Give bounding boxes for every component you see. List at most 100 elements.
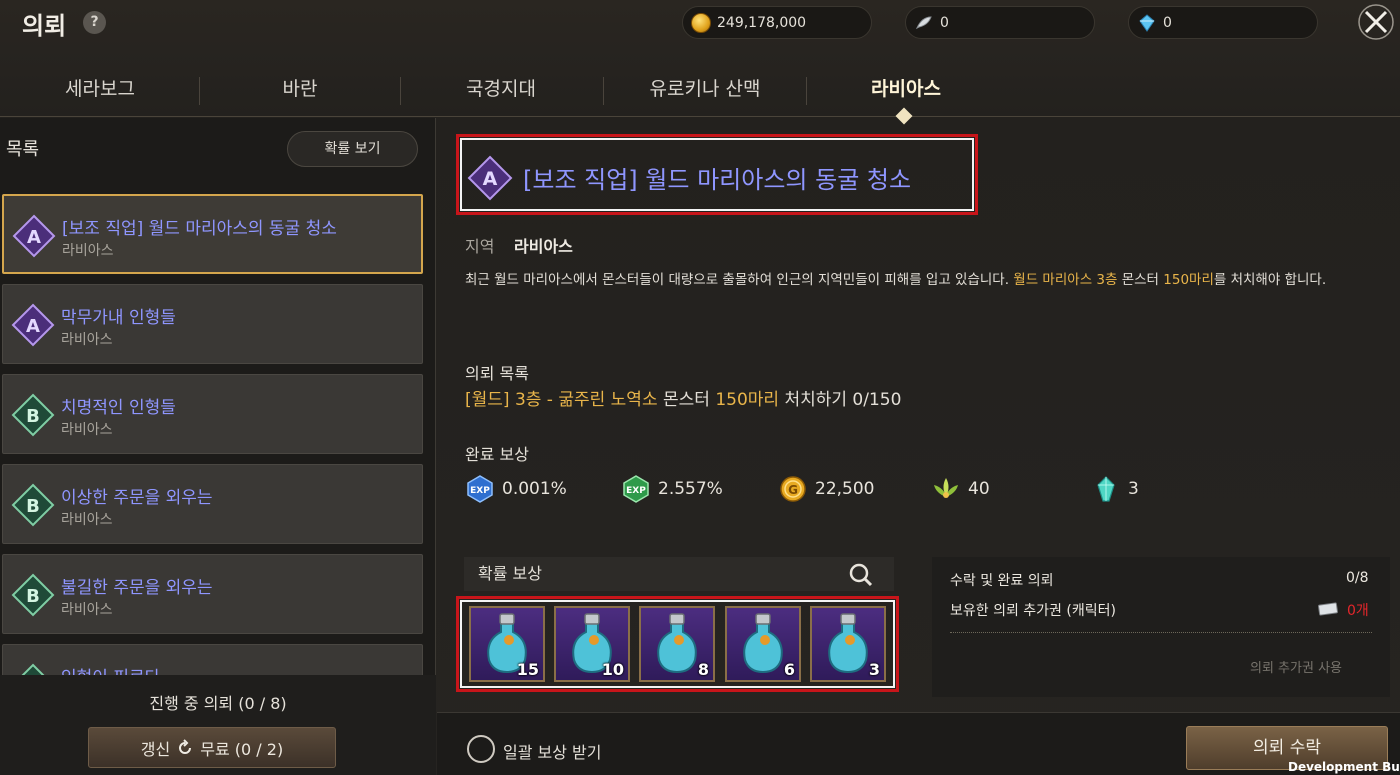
help-icon[interactable]: ? (83, 11, 106, 34)
ticket-value: 0개 (1347, 603, 1369, 619)
quest-name: 치명적인 인형들 (61, 398, 176, 418)
quest-list-item[interactable]: B 이상한 주문을 외우는 라비아스 (2, 464, 423, 544)
gold-amount: 249,178,000 (717, 14, 807, 31)
refresh-icon (179, 738, 192, 754)
reward-crystal: 3 (1092, 475, 1139, 503)
tab-baran[interactable]: 바란 (200, 62, 400, 117)
blue-crystal-icon (1139, 13, 1155, 32)
svg-text:A: A (483, 168, 498, 190)
desc-text: 를 처치해야 합니다. (1213, 272, 1327, 288)
quest-name: 인형이 피르다 (61, 663, 160, 675)
bulk-reward-label: 일괄 보상 받기 (503, 743, 602, 762)
grade-b-icon: B (21, 663, 45, 675)
in-progress-count: 진행 중 의뢰 (0 / 8) (149, 694, 287, 713)
exp-green-icon: EXP (623, 475, 649, 503)
svg-text:G: G (788, 483, 798, 497)
accepted-label: 수락 및 완료 의뢰 (950, 573, 1054, 589)
reward-value: 0.001% (502, 479, 567, 499)
window-title: 의뢰 (22, 12, 67, 40)
grade-b-icon: B (11, 483, 55, 527)
accepted-value: 0/8 (1346, 570, 1369, 586)
reward-item-slot[interactable]: 6 (725, 606, 801, 682)
probability-reward-header: 확률 보상 (464, 557, 894, 591)
grade-b-icon: B (11, 393, 55, 437)
desc-highlight: 월드 마리아스 3층 (1013, 272, 1118, 288)
reward-value: 2.557% (658, 479, 723, 499)
quest-window: 의뢰 ? 249,178,000 0 0 세라보그 바란 국경지대 유로키나 산… (0, 0, 1400, 775)
quest-list-item[interactable]: A [보조 직업] 월드 마리아스의 동굴 청소 라비아스 (2, 194, 423, 274)
quest-region: 라비아스 (61, 332, 113, 348)
quest-list-item[interactable]: B 불길한 주문을 외우는 라비아스 (2, 554, 423, 634)
tab-border[interactable]: 국경지대 (400, 62, 602, 117)
objective-text: 몬스터 (657, 390, 716, 410)
list-header: 목록 (6, 139, 40, 160)
region-value: 라비아스 (514, 237, 573, 256)
objective-highlight: 150마리 (715, 390, 780, 410)
item-count: 15 (516, 660, 539, 679)
quest-list-item[interactable]: B 인형이 피르다 (2, 644, 423, 675)
svg-text:EXP: EXP (626, 486, 646, 496)
search-icon[interactable] (848, 562, 874, 588)
gold-currency: 249,178,000 (682, 6, 872, 39)
reward-item-slot[interactable]: 10 (554, 606, 630, 682)
reward-item-slot[interactable]: 15 (469, 606, 545, 682)
ticket-label: 보유한 의뢰 추가권 (캐릭터) (950, 603, 1116, 619)
item-count: 3 (868, 660, 880, 679)
desc-text: 몬스터 (1117, 272, 1164, 288)
svg-text:B: B (26, 586, 40, 607)
region-tabs: 세라보그 바란 국경지대 유로키나 산맥 라비아스 (0, 62, 1400, 117)
exp-blue-icon: EXP (467, 475, 493, 503)
quest-region: 라비아스 (61, 512, 113, 528)
svg-text:A: A (27, 227, 41, 248)
quest-name: 막무가내 인형들 (61, 308, 176, 328)
svg-text:B: B (26, 496, 40, 517)
quest-name: 이상한 주문을 외우는 (61, 488, 213, 508)
silver-amount: 0 (940, 14, 949, 31)
prob-reward-label: 확률 보상 (478, 564, 542, 583)
quest-objective: [월드] 3층 - 굶주린 노역소 몬스터 150마리 처치하기 0/150 (465, 385, 901, 410)
quest-list[interactable]: A [보조 직업] 월드 마리아스의 동굴 청소 라비아스 A 막무가내 인형들… (0, 190, 436, 675)
ticket-icon (1318, 602, 1338, 616)
gold-coin-icon: G (780, 476, 806, 502)
dev-build-watermark: Development Buil (1288, 760, 1400, 774)
quest-name: 불길한 주문을 외우는 (61, 578, 213, 598)
gold-coin-icon (691, 12, 711, 33)
crystal-icon (1097, 476, 1115, 502)
reward-value: 3 (1128, 479, 1139, 499)
reward-exp-green: EXP 2.557% (622, 475, 723, 503)
leaf-icon (934, 478, 958, 498)
use-ticket-button[interactable]: 의뢰 추가권 사용 (1250, 657, 1342, 676)
silver-currency: 0 (905, 6, 1095, 39)
refresh-button[interactable]: 갱신 무료 (0 / 2) (88, 727, 336, 768)
reward-item-slot[interactable]: 8 (639, 606, 715, 682)
quest-title: [보조 직업] 월드 마리아스의 동굴 청소 (523, 166, 912, 194)
item-count: 8 (697, 660, 709, 679)
silver-feather-icon (915, 15, 932, 29)
reward-leaf: 40 (932, 475, 990, 503)
grade-a-icon: A (11, 303, 55, 347)
item-count: 10 (601, 660, 624, 679)
reward-value: 40 (968, 479, 990, 499)
quest-region: 라비아스 (62, 243, 114, 259)
tab-serabog[interactable]: 세라보그 (0, 62, 200, 117)
divider (950, 632, 1372, 633)
close-icon[interactable] (1357, 3, 1395, 41)
top-bar: 의뢰 ? 249,178,000 0 0 (0, 0, 1400, 46)
quest-list-item[interactable]: A 막무가내 인형들 라비아스 (2, 284, 423, 364)
reward-item-slot[interactable]: 3 (810, 606, 886, 682)
desc-text: 최근 월드 마리아스에서 몬스터들이 대량으로 출몰하여 인근의 지역민들이 피… (465, 272, 1014, 288)
quest-list-item[interactable]: B 치명적인 인형들 라비아스 (2, 374, 423, 454)
view-probability-button[interactable]: 확률 보기 (287, 131, 418, 167)
objective-progress: 처치하기 0/150 (779, 390, 902, 410)
reward-gold: G 22,500 (779, 475, 874, 503)
bulk-reward-radio[interactable] (467, 735, 495, 763)
refresh-free-count: 무료 (0 / 2) (200, 739, 284, 759)
tab-yurokina[interactable]: 유로키나 산맥 (604, 62, 806, 117)
item-count: 6 (783, 660, 795, 679)
quest-region: 라비아스 (61, 602, 113, 618)
desc-highlight: 150마리 (1163, 272, 1214, 288)
reward-exp-blue: EXP 0.001% (466, 475, 567, 503)
grade-b-icon: B (11, 573, 55, 617)
quest-region: 라비아스 (61, 422, 113, 438)
svg-text:A: A (26, 316, 40, 337)
